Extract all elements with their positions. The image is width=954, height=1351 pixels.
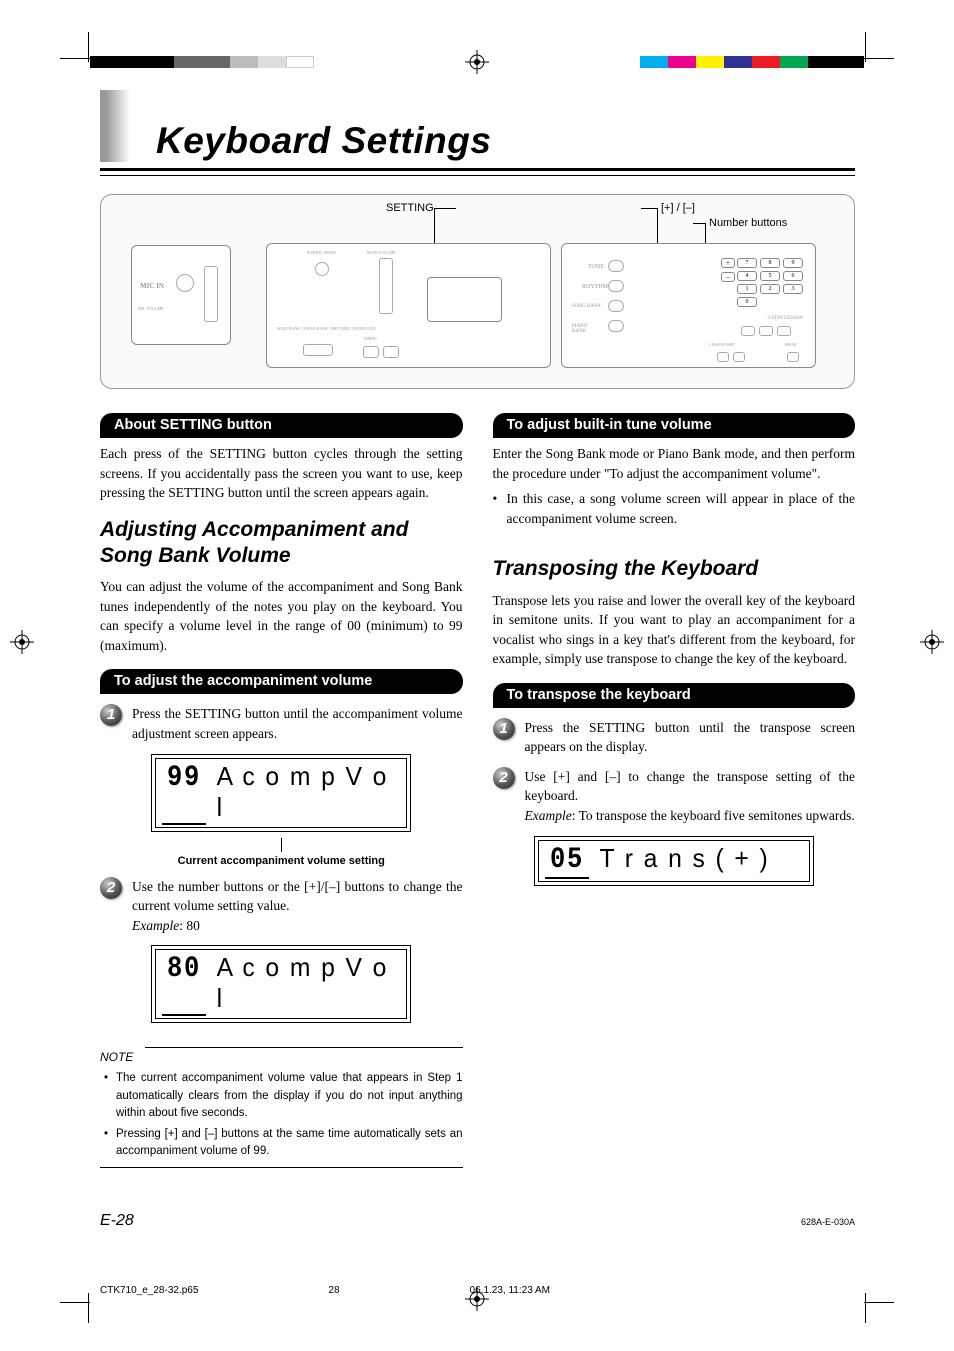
transpose-step-2: 2 Use [+] and [–] to change the transpos… bbox=[493, 767, 856, 826]
lcd-display-trans-05: 05 T r a n s ( + ) bbox=[534, 836, 814, 886]
label-number-buttons: Number buttons bbox=[709, 217, 787, 229]
document-code: 628A-E-030A bbox=[801, 1217, 855, 1227]
mic-panel: MIC IN MIC VOLUME bbox=[131, 245, 231, 345]
heading-about-setting: About SETTING button bbox=[100, 413, 463, 438]
lcd-screen-diagram bbox=[427, 277, 502, 322]
page-title: Keyboard Settings bbox=[156, 120, 855, 168]
right-column: To adjust built-in tune volume Enter the… bbox=[493, 413, 856, 1168]
lcd-display-acompvol-99: 99 A c o m p V o l bbox=[151, 754, 411, 832]
builtin-bullet-list: In this case, a song volume screen will … bbox=[493, 489, 856, 528]
registration-mark-right bbox=[920, 630, 944, 654]
lcd-display-acompvol-80: 80 A c o m p V o l bbox=[151, 945, 411, 1023]
heading-to-adjust-accompaniment-volume: To adjust the accompaniment volume bbox=[100, 669, 463, 694]
bw-calibration-bar bbox=[90, 56, 314, 68]
number-keypad: 7 8 9 4 5 6 1 2 3 0 bbox=[737, 258, 803, 307]
note-list: The current accompaniment volume value t… bbox=[100, 1070, 463, 1160]
note-heading: NOTE bbox=[100, 1049, 133, 1064]
step-number-icon: 2 bbox=[493, 767, 515, 789]
label-plus-minus: [+] / [–] bbox=[661, 202, 695, 214]
label-setting: SETTING bbox=[386, 202, 434, 214]
step-1: 1 Press the SETTING button until the acc… bbox=[100, 704, 463, 743]
transpose-text: Transpose lets you raise and lower the o… bbox=[493, 591, 856, 669]
plus-minus-buttons: + – bbox=[721, 258, 735, 282]
tone-buttons-panel: TONE RHYTHM SONG BANK PIANO BANK + – 7 8… bbox=[561, 243, 816, 368]
left-column: About SETTING button Each press of the S… bbox=[100, 413, 463, 1168]
registration-mark-top bbox=[465, 50, 489, 74]
page-title-block: Keyboard Settings bbox=[100, 90, 855, 176]
heading-to-transpose-the-keyboard: To transpose the keyboard bbox=[493, 683, 856, 708]
crop-marks-top bbox=[0, 40, 954, 70]
transpose-step-1: 1 Press the SETTING button until the tra… bbox=[493, 718, 856, 757]
page: Keyboard Settings SETTING [+] / [–] Numb… bbox=[100, 90, 855, 1230]
heading-transposing-the-keyboard: Transposing the Keyboard bbox=[493, 556, 856, 582]
title-tab-decoration bbox=[100, 90, 142, 162]
step-number-icon: 1 bbox=[493, 718, 515, 740]
heading-adjust-accompaniment: Adjusting Accompaniment and Song Bank Vo… bbox=[100, 517, 463, 570]
crop-marks-bottom bbox=[0, 1281, 954, 1311]
heading-to-adjust-builtin-tune-volume: To adjust built-in tune volume bbox=[493, 413, 856, 438]
step-2: 2 Use the number buttons or the [+]/[–] … bbox=[100, 877, 463, 936]
page-number: E-28 bbox=[100, 1212, 134, 1230]
main-control-panel: POWER / MODE MAIN VOLUME SONG BANK / PIA… bbox=[266, 243, 551, 368]
registration-mark-bottom bbox=[465, 1287, 489, 1311]
color-calibration-bar bbox=[640, 56, 864, 68]
lcd-caption: Current accompaniment volume setting bbox=[100, 855, 463, 867]
step-number-icon: 2 bbox=[100, 877, 122, 899]
registration-mark-left bbox=[10, 630, 34, 654]
keyboard-panel-diagram: SETTING [+] / [–] Number buttons MIC IN … bbox=[100, 194, 855, 389]
step-number-icon: 1 bbox=[100, 704, 122, 726]
builtin-text: Enter the Song Bank mode or Piano Bank m… bbox=[493, 444, 856, 483]
about-setting-text: Each press of the SETTING button cycles … bbox=[100, 444, 463, 503]
adjust-accompaniment-text: You can adjust the volume of the accompa… bbox=[100, 577, 463, 655]
page-footer: E-28 628A-E-030A bbox=[100, 1212, 855, 1230]
